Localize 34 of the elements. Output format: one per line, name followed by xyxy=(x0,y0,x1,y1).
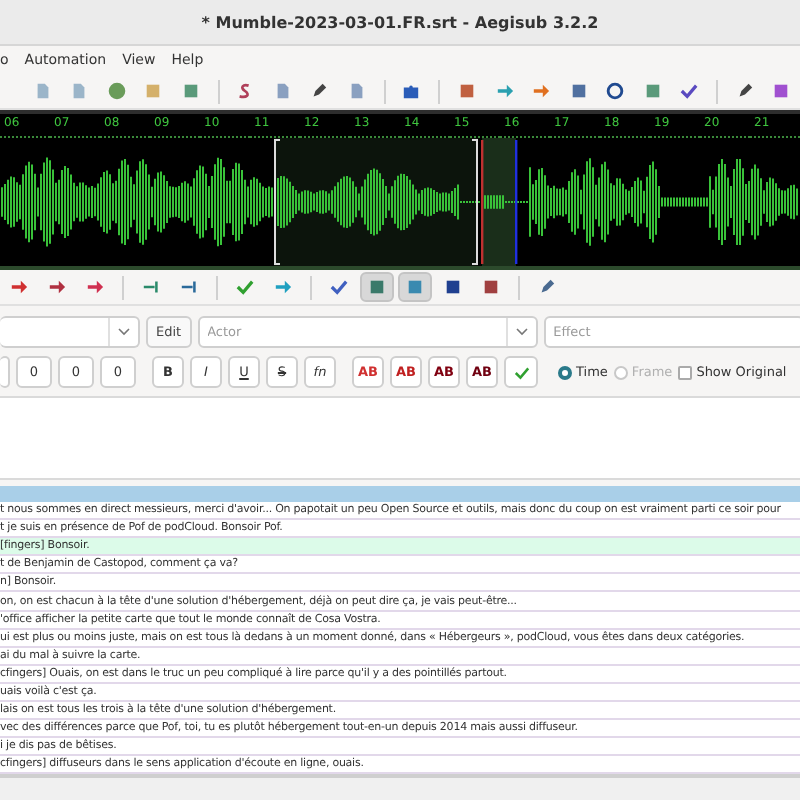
pen-icon xyxy=(538,278,556,296)
window-title: * Mumble-2023-03-01.FR.srt - Aegisub 3.2.2 xyxy=(201,13,599,31)
pen-icon xyxy=(310,82,329,100)
page-icon xyxy=(273,82,292,100)
chevron-icon xyxy=(118,328,130,336)
bracket-icon xyxy=(142,278,160,296)
check-icon xyxy=(680,82,699,100)
square-icon xyxy=(643,82,662,100)
circle-icon xyxy=(606,82,625,100)
square-icon xyxy=(457,82,476,100)
commit-button[interactable] xyxy=(504,356,538,388)
arrow-icon xyxy=(10,278,28,296)
check-icon xyxy=(236,278,254,296)
arrow-icon xyxy=(48,278,66,296)
square-icon xyxy=(569,82,588,100)
layer-field[interactable] xyxy=(0,356,10,388)
toolbar-button[interactable] xyxy=(360,272,394,302)
square-icon xyxy=(406,278,424,296)
pen-icon xyxy=(735,82,754,100)
arrow-icon xyxy=(86,278,104,296)
check-icon xyxy=(330,278,348,296)
chevron-icon xyxy=(515,328,528,336)
square-icon xyxy=(368,278,386,296)
squiggle-icon xyxy=(236,82,255,100)
square-icon xyxy=(144,82,163,100)
page-icon xyxy=(347,82,366,100)
bracket-icon xyxy=(180,278,198,296)
arrow-icon xyxy=(274,278,292,296)
circle-icon xyxy=(107,82,126,100)
check-icon xyxy=(513,365,529,379)
square-icon xyxy=(482,278,500,296)
square-icon xyxy=(772,82,791,100)
square-icon xyxy=(444,278,462,296)
square-icon xyxy=(181,82,200,100)
